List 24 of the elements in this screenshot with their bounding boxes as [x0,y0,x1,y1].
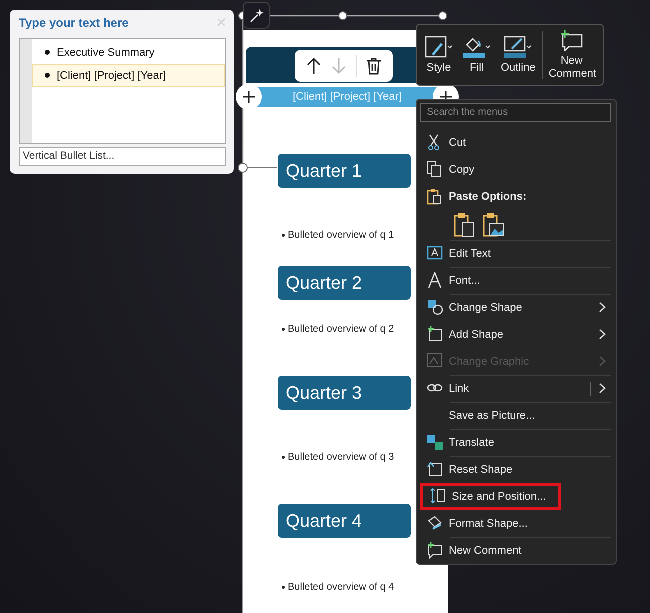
section-heading: Quarter 3 [278,376,411,410]
layout-link[interactable]: Vertical Bullet List... [19,147,226,166]
bullet-text: Bulleted overview of q 4 [288,582,394,593]
title-bar: [Client] [Project] [Year] [257,87,438,107]
menu-item[interactable]: Format Shape... [420,510,611,537]
section-heading: Quarter 2 [278,266,411,300]
bullet-text: Bulleted overview of q 3 [288,452,394,463]
toolbar-button[interactable]: Style [421,34,457,76]
bullet-item[interactable]: [Client] [Project] [Year] [32,64,225,88]
section-heading: Quarter 4 [278,504,411,538]
bullet-text: Bulleted overview of q 1 [288,230,394,241]
menu-item[interactable]: Add Shape [420,321,611,348]
bullet-text: Bulleted overview of q 2 [288,324,394,335]
section-heading: Quarter 1 [278,154,411,188]
menu-item[interactable]: Cut [420,129,611,156]
search-field[interactable]: Search the menus [420,103,611,122]
menu-item[interactable]: Size and Position... [420,483,561,510]
menu-item[interactable]: Copy [420,156,611,183]
toolbar-button[interactable]: Outline [497,34,540,76]
menu-header: Paste Options: [449,190,527,202]
pane-title: Type your text here [19,16,129,30]
toolbar-button[interactable]: New Comment [544,27,599,83]
bullet-item[interactable]: Executive Summary [32,41,225,64]
toolbar-button[interactable]: Fill [459,34,495,76]
